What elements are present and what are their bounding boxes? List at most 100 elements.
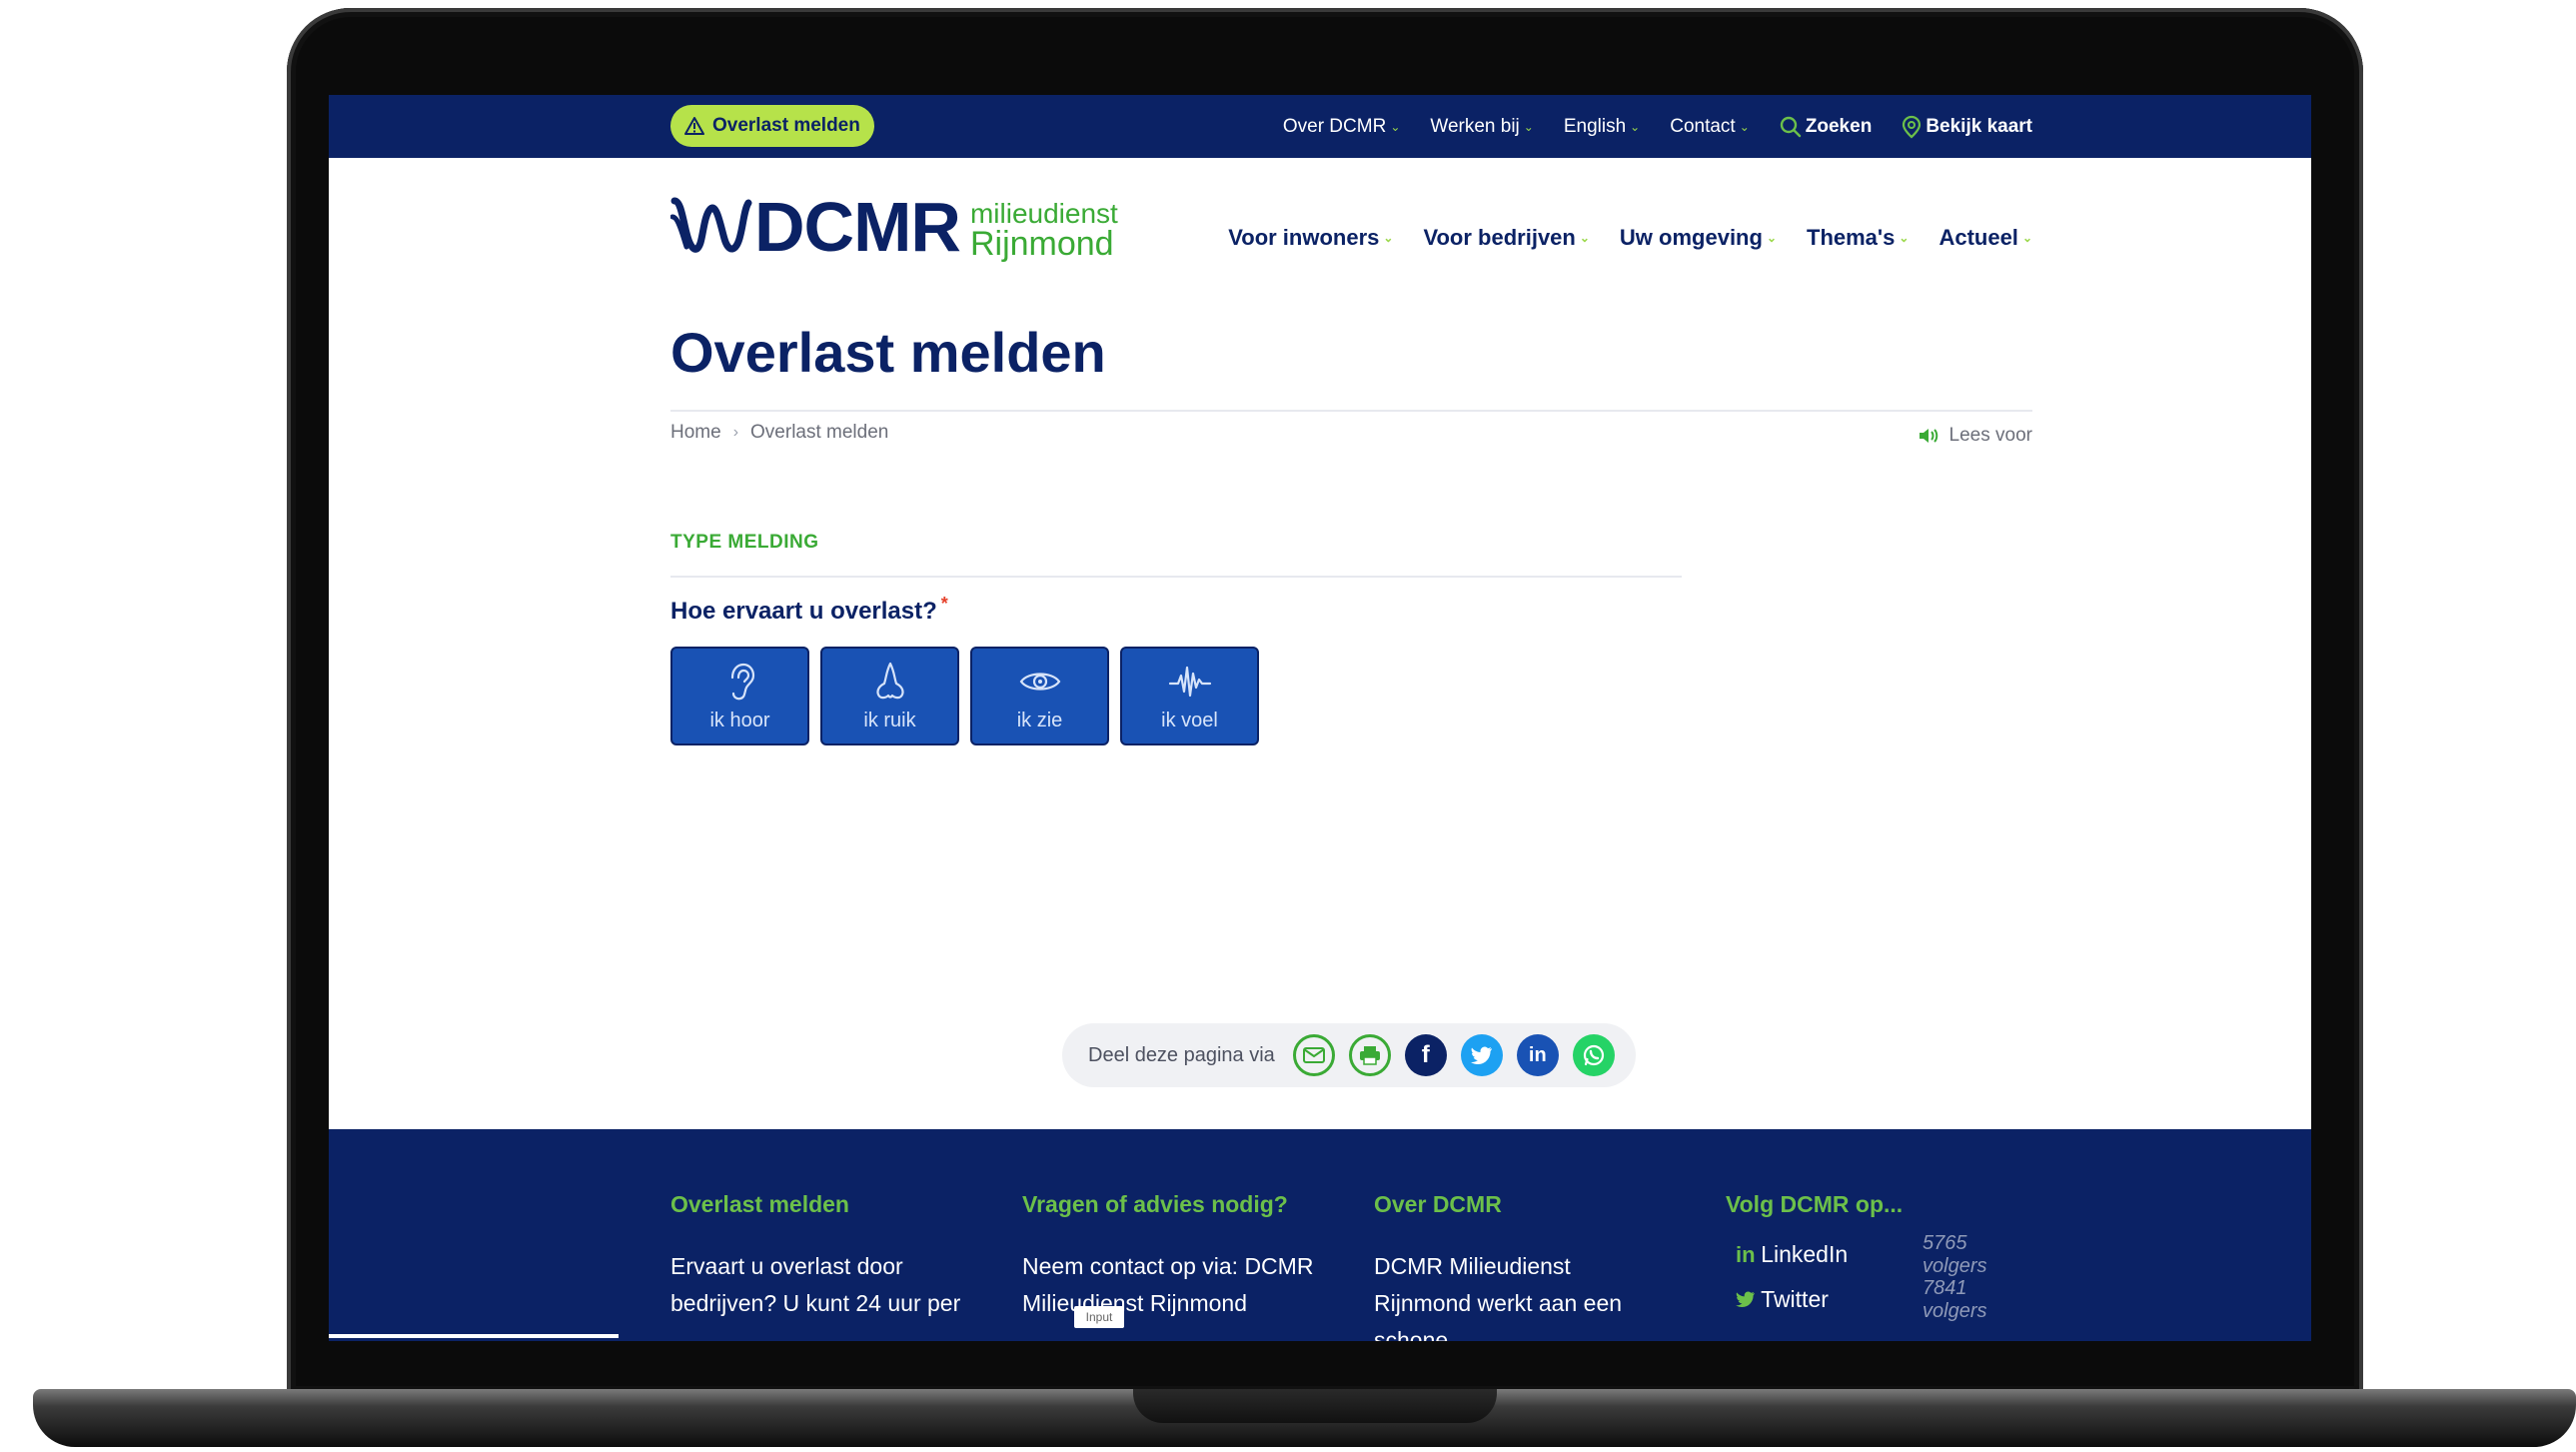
printer-icon: [1359, 1046, 1380, 1065]
nav-label: Contact: [1670, 115, 1736, 137]
choice-ik-zie[interactable]: ik zie: [970, 647, 1109, 745]
map-pin-icon: [1903, 115, 1922, 138]
follower-count: 5765 volgers: [1923, 1231, 1987, 1277]
logo-subtitle: milieudienst Rijnmond: [969, 199, 1118, 263]
vibration-icon: [1168, 666, 1211, 698]
chevron-down-icon: ⌄: [1383, 231, 1394, 245]
view-map-button[interactable]: Bekijk kaart: [1902, 115, 2032, 139]
choice-label: ik hoor: [709, 710, 770, 731]
nav-voor-bedrijven[interactable]: Voor bedrijven ⌄: [1423, 225, 1589, 251]
breadcrumb-home[interactable]: Home: [670, 422, 721, 444]
dcmr-wave-icon: [670, 197, 752, 253]
footer-col-follow: Volg DCMR op... in LinkedIn 5765 volgers…: [1726, 1191, 2025, 1322]
chevron-down-icon: ⌄: [1579, 231, 1590, 245]
nav-label: Werken bij: [1430, 115, 1520, 137]
social-linkedin[interactable]: in LinkedIn 5765 volgers: [1726, 1232, 2025, 1277]
footer-text: Ervaart u overlast door bedrijven? U kun…: [670, 1253, 961, 1316]
breadcrumb-separator-icon: ›: [732, 424, 739, 441]
section-label: TYPE MELDING: [670, 532, 819, 553]
report-nuisance-button[interactable]: Overlast melden: [670, 105, 874, 147]
footer-col-about: Over DCMR DCMR Milieudienst Rijnmond wer…: [1374, 1191, 1674, 1341]
footer-col-report: Overlast melden Ervaart u overlast door …: [670, 1191, 970, 1322]
nav-label: Uw omgeving: [1619, 225, 1763, 250]
footer-col-questions: Vragen of advies nodig? Neem contact op …: [1022, 1191, 1322, 1322]
search-button[interactable]: Zoeken: [1780, 115, 1873, 138]
speaker-icon: [1919, 429, 1937, 443]
breadcrumb: Home › Overlast melden: [670, 422, 888, 444]
logo-line-2: Rijnmond: [969, 225, 1114, 263]
input-tooltip: Input: [1074, 1306, 1124, 1328]
footer-heading[interactable]: Overlast melden: [670, 1191, 970, 1218]
chevron-down-icon: ⌄: [2021, 231, 2032, 245]
nav-label: Voor inwoners: [1228, 225, 1380, 250]
nuisance-type-choices: ik hoor ik ruik ik zie ik voel: [670, 647, 1259, 745]
share-whatsapp-button[interactable]: [1572, 1034, 1615, 1076]
logo-wordmark: DCMR: [754, 188, 961, 266]
social-twitter[interactable]: Twitter 7841 volgers: [1726, 1277, 2025, 1322]
twitter-icon: [1470, 1046, 1492, 1064]
facebook-icon: f: [1421, 1041, 1430, 1068]
top-bar: Overlast melden Over DCMR ⌄ Werken bij ⌄ E…: [329, 95, 2311, 158]
footer-text: DCMR Milieudienst Rijnmond werkt aan een…: [1374, 1253, 1623, 1341]
read-aloud-button[interactable]: Lees voor: [1918, 425, 2032, 447]
linkedin-icon: in: [1736, 1241, 1756, 1267]
footer-heading[interactable]: Vragen of advies nodig?: [1022, 1191, 1322, 1218]
chevron-down-icon: ⌄: [1523, 119, 1534, 134]
footer-heading[interactable]: Over DCMR: [1374, 1191, 1674, 1218]
share-bar: Deel deze pagina via f in: [1062, 1023, 1636, 1087]
main-nav: Voor inwoners ⌄ Voor bedrijven ⌄ Uw omgevi…: [1228, 225, 2032, 251]
chevron-down-icon: ⌄: [1390, 119, 1401, 134]
share-label: Deel deze pagina via: [1088, 1043, 1275, 1066]
footer-text: Neem contact op via: DCMR Milieudienst R…: [1022, 1253, 1314, 1316]
nose-icon: [875, 662, 904, 700]
search-label: Zoeken: [1805, 115, 1873, 137]
question-text: Hoe ervaart u overlast?: [670, 598, 937, 625]
nav-themas[interactable]: Thema's ⌄: [1807, 225, 1909, 251]
share-print-button[interactable]: [1348, 1034, 1391, 1076]
breadcrumb-current: Overlast melden: [750, 422, 889, 443]
nav-uw-omgeving[interactable]: Uw omgeving ⌄: [1620, 225, 1777, 251]
nav-label: Actueel: [1938, 225, 2018, 250]
nav-actueel[interactable]: Actueel ⌄: [1938, 225, 2032, 251]
share-twitter-button[interactable]: [1460, 1034, 1503, 1076]
laptop-notch: [1133, 1389, 1497, 1423]
social-name: Twitter: [1761, 1286, 1829, 1312]
nav-label: Thema's: [1807, 225, 1896, 250]
nav-over-dcmr[interactable]: Over DCMR ⌄: [1283, 116, 1401, 138]
choice-ik-hoor[interactable]: ik hoor: [670, 647, 809, 745]
follower-count: 7841 volgers: [1923, 1276, 1987, 1322]
nav-contact[interactable]: Contact ⌄: [1670, 116, 1750, 138]
nav-voor-inwoners[interactable]: Voor inwoners ⌄: [1228, 225, 1393, 251]
choice-label: ik zie: [1016, 710, 1063, 731]
nav-label: English: [1563, 115, 1627, 137]
nav-english[interactable]: English ⌄: [1564, 116, 1640, 138]
divider: [670, 576, 1682, 578]
choice-label: ik ruik: [863, 710, 916, 731]
choice-ik-ruik[interactable]: ik ruik: [820, 647, 959, 745]
nav-label: Voor bedrijven: [1423, 225, 1576, 250]
ear-icon: [730, 663, 754, 701]
question-label: Hoe ervaart u overlast? *: [670, 594, 948, 626]
warning-icon: [684, 117, 704, 135]
view-map-label: Bekijk kaart: [1926, 115, 2032, 137]
mail-icon: [1302, 1047, 1325, 1063]
report-nuisance-label: Overlast melden: [712, 115, 860, 136]
share-email-button[interactable]: [1292, 1034, 1335, 1076]
read-aloud-label: Lees voor: [1948, 425, 2032, 446]
twitter-icon: [1726, 1287, 1761, 1313]
whatsapp-icon: [1583, 1044, 1604, 1066]
search-icon: [1780, 116, 1801, 137]
share-linkedin-button[interactable]: in: [1516, 1034, 1559, 1076]
chevron-down-icon: ⌄: [1766, 231, 1777, 245]
eye-icon: [1019, 673, 1060, 691]
nav-werken-bij[interactable]: Werken bij ⌄: [1430, 116, 1533, 138]
linkedin-icon: in: [1528, 1043, 1547, 1066]
choice-ik-voel[interactable]: ik voel: [1120, 647, 1259, 745]
share-facebook-button[interactable]: f: [1404, 1034, 1447, 1076]
dcmr-logo[interactable]: DCMR milieudienst Rijnmond: [670, 188, 1118, 266]
divider: [670, 410, 2032, 412]
chevron-down-icon: ⌄: [1739, 119, 1750, 134]
utility-nav: Over DCMR ⌄ Werken bij ⌄ English ⌄ Contact ⌄…: [1283, 95, 2032, 158]
chevron-down-icon: ⌄: [1899, 231, 1910, 245]
chevron-down-icon: ⌄: [1630, 119, 1641, 134]
